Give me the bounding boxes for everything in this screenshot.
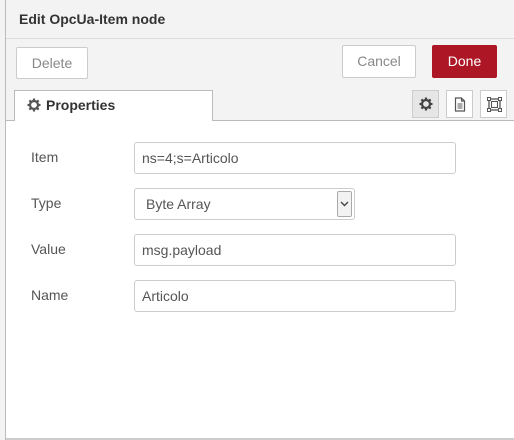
tray-title: Edit OpcUa-Item node [19,11,166,27]
gear-icon [27,98,41,112]
tray-toolbar: Delete Cancel Done [6,39,514,90]
form-row-type: Type Byte Array [6,188,514,220]
name-label: Name [31,287,69,303]
tab-properties-label: Properties [46,97,116,113]
name-input[interactable]: Articolo [134,280,456,312]
type-select[interactable]: Byte Array [134,188,355,220]
value-label: Value [31,241,66,257]
tab-properties[interactable]: Properties [14,90,213,121]
appearance-tab-icon-button[interactable] [480,90,507,118]
edit-node-tray: Edit OpcUa-Item node Delete Cancel Done [5,0,514,440]
item-input[interactable]: ns=4;s=Articolo [134,142,456,174]
tab-bar: Properties [6,90,514,121]
chevron-down-icon[interactable] [337,191,352,217]
properties-tab-icon-button[interactable] [412,90,439,118]
delete-button[interactable]: Delete [16,47,88,79]
description-tab-icon-button[interactable] [446,90,473,118]
item-label: Item [31,149,59,165]
form-row-name: Name Articolo [6,280,514,312]
cancel-button[interactable]: Cancel [342,45,416,78]
form-row-value: Value msg.payload [6,234,514,266]
type-label: Type [31,195,62,211]
done-button[interactable]: Done [432,45,497,78]
value-input[interactable]: msg.payload [134,234,456,266]
type-select-value: Byte Array [146,196,211,212]
tray-header: Edit OpcUa-Item node [6,0,514,39]
form-row-item: Item ns=4;s=Articolo [6,142,514,174]
